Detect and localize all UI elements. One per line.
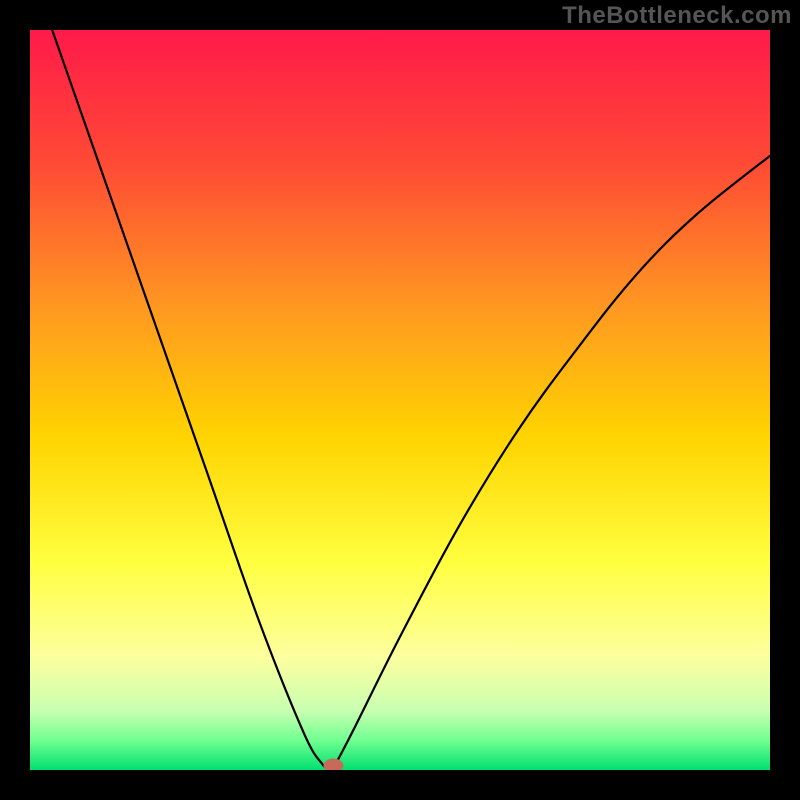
plot-area [30, 30, 770, 770]
watermark-text: TheBottleneck.com [562, 2, 792, 30]
chart-svg [30, 30, 770, 770]
gradient-background [30, 30, 770, 770]
